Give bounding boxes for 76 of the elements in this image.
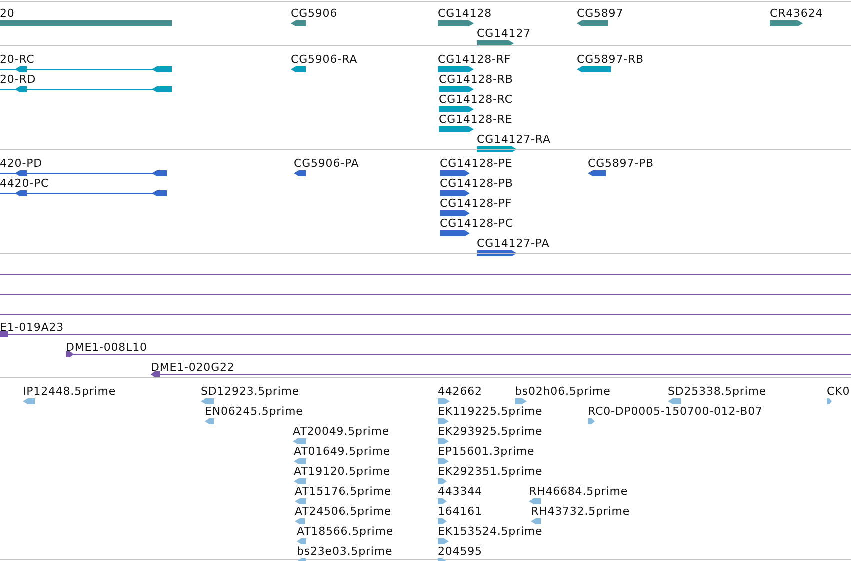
feature-label[interactable]: CG14128-RF [438,54,512,66]
feature-label[interactable]: CK0 [827,386,850,398]
feature-label[interactable]: CG14128-PE [440,158,513,170]
feature-label[interactable]: DME1-008L10 [66,342,148,354]
feature-label[interactable]: 20 [0,8,15,20]
feature-glyph[interactable] [440,210,470,217]
feature-label[interactable]: CG14127 [477,28,531,40]
feature-glyph[interactable] [440,190,470,197]
feature-label[interactable]: CG14128-PC [440,218,514,230]
feature-glyph[interactable] [438,20,474,27]
feature-label[interactable]: 442662 [438,386,482,398]
feature-label[interactable]: RH46684.5prime [529,486,628,498]
feature-label[interactable]: EK153524.5prime [438,526,543,538]
feature-label[interactable]: EK119225.5prime [438,406,543,418]
feature-glyph[interactable] [438,66,474,73]
feature-label[interactable]: CG14127-RA [477,134,551,146]
feature-label[interactable]: CG14127-PA [477,238,550,250]
feature-label[interactable]: CG14128-RB [439,74,514,86]
clone-line[interactable] [66,351,851,358]
feature-glyph[interactable] [291,20,306,27]
feature-glyph[interactable] [440,230,470,237]
feature-label[interactable]: bs23e03.5prime [297,546,393,558]
feature-label[interactable]: 420-PD [0,158,42,170]
feature-glyph[interactable] [291,66,306,73]
feature-label[interactable]: 20-RC [0,54,35,66]
feature-label[interactable]: RC0-DP0005-150700-012-B07 [588,406,763,418]
feature-label[interactable]: 204595 [438,546,482,558]
feature-label[interactable]: AT18566.5prime [297,526,394,538]
feature-label[interactable]: CG14128-PF [440,198,512,210]
feature-label[interactable]: AT01649.5prime [294,446,391,458]
feature-label[interactable]: CG14128-RC [439,94,513,106]
transcript-glyph[interactable] [0,66,172,73]
feature-label[interactable]: EK293925.5prime [438,426,543,438]
clone-line[interactable] [0,331,851,338]
feature-label[interactable]: AT20049.5prime [293,426,390,438]
feature-glyph[interactable] [577,66,611,73]
feature-label[interactable]: SD25338.5prime [668,386,767,398]
feature-label[interactable]: bs02h06.5prime [515,386,611,398]
transcript-glyph[interactable] [0,190,167,197]
feature-label[interactable]: CG14128-RE [439,114,513,126]
feature-label[interactable]: 164161 [438,506,482,518]
feature-label[interactable]: DME1-020G22 [151,362,235,374]
feature-glyph[interactable] [440,170,470,177]
feature-glyph[interactable] [439,106,474,113]
transcript-glyph[interactable] [0,170,167,177]
feature-label[interactable]: CG14128-PB [440,178,514,190]
feature-label[interactable]: AT24506.5prime [295,506,392,518]
feature-label[interactable]: CG5906-PA [294,158,360,170]
feature-glyph[interactable] [0,20,172,27]
feature-label[interactable]: IP12448.5prime [23,386,116,398]
feature-label[interactable]: CG5897-RB [577,54,644,66]
feature-glyph[interactable] [577,20,608,27]
feature-glyph[interactable] [588,170,606,177]
feature-label[interactable]: EN06245.5prime [205,406,304,418]
feature-label[interactable]: CG5897-PB [588,158,654,170]
feature-label[interactable]: CG5906-RA [291,54,358,66]
feature-label[interactable]: AT15176.5prime [295,486,392,498]
feature-label[interactable]: CG5906 [291,8,338,20]
feature-glyph[interactable] [770,20,803,27]
feature-label[interactable]: CG14128 [438,8,492,20]
feature-label[interactable]: E1-019A23 [0,322,64,334]
feature-label[interactable]: AT19120.5prime [294,466,391,478]
feature-glyph[interactable] [439,86,474,93]
feature-glyph[interactable] [294,170,306,177]
feature-label[interactable]: RH43732.5prime [531,506,630,518]
feature-label[interactable]: CG5897 [577,8,624,20]
feature-label[interactable]: 20-RD [0,74,36,86]
feature-label[interactable]: EP15601.3prime [438,446,535,458]
feature-label[interactable]: 443344 [438,486,482,498]
feature-label[interactable]: EK292351.5prime [438,466,543,478]
feature-glyph[interactable] [439,126,474,133]
transcript-glyph[interactable] [0,86,172,93]
feature-label[interactable]: SD12923.5prime [201,386,300,398]
feature-label[interactable]: 4420-PC [0,178,50,190]
clone-line[interactable] [151,371,851,378]
feature-label[interactable]: CR43624 [770,8,824,20]
